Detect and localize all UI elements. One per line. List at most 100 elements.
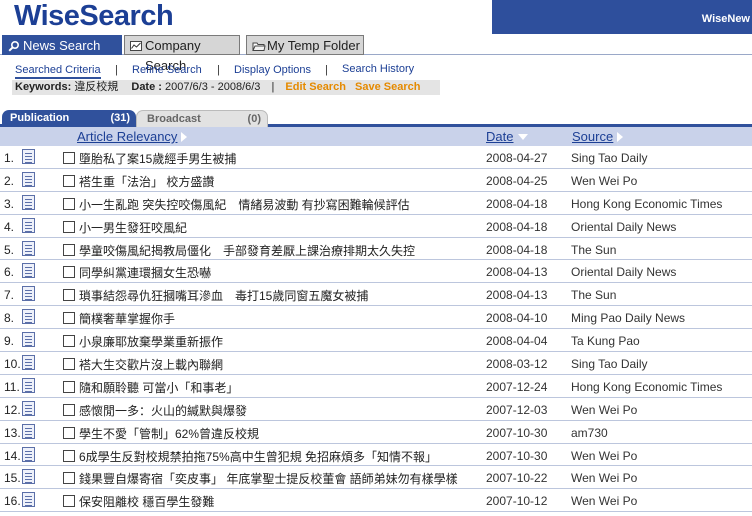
article-title-link[interactable]: 簡樸奢華掌握你手 (79, 310, 175, 327)
document-icon[interactable] (22, 194, 35, 210)
sort-date[interactable]: Date (486, 127, 529, 146)
row-number: 4. (4, 219, 15, 234)
article-title-link[interactable]: 感懷閒一多：火山的緘默與爆發 (79, 402, 247, 419)
row-number: 5. (4, 242, 15, 257)
row-checkbox[interactable] (63, 472, 75, 485)
table-row: 4. 小一男生發狂咬風紀 2008-04-18 Oriental Daily News (0, 215, 752, 238)
article-date: 2007-10-12 (486, 494, 548, 509)
subnav-display-options[interactable]: Display Options (234, 64, 311, 76)
result-type-tabs: Publication (31) Broadcast (0) (0, 110, 752, 127)
table-row: 8. 簡樸奢華掌握你手 2008-04-10 Ming Pao Daily News (0, 306, 752, 330)
magnifier-icon (8, 40, 20, 52)
article-title-link[interactable]: 6成學生反對校規禁拍拖75%高中生曾犯規 免招麻煩多「知情不報」 (79, 448, 437, 465)
row-number: 11. (4, 379, 20, 394)
article-source: Hong Kong Economic Times (571, 379, 723, 394)
logo[interactable]: WiseSearch (14, 0, 174, 33)
document-icon[interactable] (22, 149, 35, 164)
row-checkbox[interactable] (63, 266, 75, 279)
document-icon[interactable] (22, 332, 35, 348)
document-icon[interactable] (22, 377, 35, 393)
tab-my-temp-folder[interactable]: My Temp Folder (246, 35, 364, 55)
article-source: The Sun (571, 242, 617, 257)
row-number: 6. (4, 265, 15, 280)
row-checkbox[interactable] (63, 426, 75, 439)
folder-icon (252, 42, 266, 51)
row-checkbox[interactable] (63, 220, 75, 233)
article-source: Oriental Daily News (571, 265, 677, 280)
table-row: 13. 學生不愛「管制」62%曾違反校規 2007-10-30 am730 (0, 421, 752, 444)
article-title-link[interactable]: 同學糾黨連環摑女生恐嚇 (79, 264, 211, 281)
row-checkbox[interactable] (63, 403, 75, 416)
row-checkbox[interactable] (63, 380, 75, 393)
tab-publication[interactable]: Publication (31) (2, 110, 136, 127)
subnav-refine-search[interactable]: Refine Search (132, 64, 202, 76)
table-row: 1. 墮胎私了案15歲經手男生被捕 2008-04-27 Sing Tao Daily (0, 146, 752, 169)
row-checkbox[interactable] (63, 152, 75, 164)
article-date: 2008-04-13 (486, 288, 548, 303)
document-icon[interactable] (22, 240, 35, 256)
tab-broadcast[interactable]: Broadcast (0) (136, 110, 268, 127)
table-row: 7. 瑣事結怨尋仇狂摑嘴耳滲血 毒打15歲同窗五魔女被捕 2008-04-13 The… (0, 283, 752, 307)
keywords-value: 違反校規 (74, 81, 119, 93)
article-title-link[interactable]: 隨和願聆聽 可當小「和事老」 (79, 379, 238, 396)
document-icon[interactable] (22, 446, 35, 462)
document-icon[interactable] (22, 217, 35, 233)
article-date: 2007-10-22 (486, 471, 548, 486)
article-title-link[interactable]: 小泉廉耶放棄學業重新振作 (79, 333, 223, 350)
row-checkbox[interactable] (63, 197, 75, 210)
subnav-search-history[interactable]: Search History (342, 63, 414, 75)
article-title-link[interactable]: 褡生重「法治」 校方盛讚 (79, 173, 214, 190)
row-number: 10. (4, 357, 21, 372)
row-checkbox[interactable] (63, 243, 75, 256)
document-icon[interactable] (22, 171, 35, 187)
sort-article-relevancy[interactable]: Article Relevancy (77, 127, 188, 146)
subnav-separator: | (217, 64, 220, 76)
article-title-link[interactable]: 學生不愛「管制」62%曾違反校規 (79, 425, 259, 442)
row-checkbox[interactable] (63, 495, 75, 508)
row-number: 12. (4, 402, 21, 417)
row-checkbox[interactable] (63, 335, 75, 348)
article-source: Wen Wei Po (571, 173, 638, 188)
article-source: The Sun (571, 288, 617, 303)
tab-news-search[interactable]: News Search (2, 35, 122, 55)
article-source: Sing Tao Daily (571, 151, 648, 165)
article-title-link[interactable]: 褡大生交歡片沒上載內聯網 (79, 356, 223, 373)
row-number: 14. (4, 448, 21, 463)
tab-label: News Search (23, 38, 101, 53)
row-checkbox[interactable] (63, 449, 75, 462)
article-title-link[interactable]: 瑣事結怨尋仇狂摑嘴耳滲血 毒打15歲同窗五魔女被捕 (79, 287, 368, 304)
article-title-link[interactable]: 墮胎私了案15歲經手男生被捕 (79, 150, 236, 167)
tab-company-search[interactable]: Company Search (124, 35, 240, 73)
document-icon[interactable] (22, 469, 35, 485)
article-title-link[interactable]: 保安阻離校 穩百學生發難 (79, 493, 214, 510)
tab-publication-label: Publication (10, 112, 70, 124)
subnav-searched-criteria[interactable]: Searched Criteria (15, 64, 101, 79)
document-icon[interactable] (22, 492, 35, 508)
article-title-link[interactable]: 錢果豐自爆寄宿「奕皮事」 年底掌聖士提反校董會 語師弟妹勿有樣學樣 (79, 470, 458, 487)
sort-source[interactable]: Source (572, 127, 624, 146)
row-checkbox[interactable] (63, 358, 75, 371)
article-source: am730 (571, 425, 608, 440)
edit-search-link[interactable]: Edit Search (285, 81, 346, 93)
date-value: 2007/6/3 - 2008/6/3 (165, 81, 261, 93)
article-title-link[interactable]: 小一男生發狂咬風紀 (79, 219, 187, 236)
document-icon[interactable] (22, 355, 35, 371)
document-icon[interactable] (22, 400, 35, 416)
article-source: Wen Wei Po (571, 471, 638, 486)
document-icon[interactable] (22, 263, 35, 279)
row-checkbox[interactable] (63, 174, 75, 187)
article-title-link[interactable]: 小一生亂跑 突失控咬傷風紀 情緒易波動 有抄寫困難輪候評估 (79, 196, 410, 213)
triangle-right-icon (181, 132, 188, 142)
row-checkbox[interactable] (63, 289, 75, 302)
article-title-link[interactable]: 學童咬傷風紀揭教局僵化 手部發育差厭上課治療排期太久失控 (79, 242, 415, 259)
article-date: 2007-12-24 (486, 379, 548, 394)
article-date: 2008-03-12 (486, 357, 548, 372)
document-icon[interactable] (22, 423, 35, 439)
row-checkbox[interactable] (63, 312, 75, 325)
save-search-link[interactable]: Save Search (355, 81, 420, 93)
document-icon[interactable] (22, 309, 35, 325)
header-brand-text: WiseNew (701, 13, 750, 25)
document-icon[interactable] (22, 286, 35, 302)
tab-broadcast-count: (0) (247, 113, 261, 125)
article-date: 2008-04-13 (486, 265, 548, 280)
